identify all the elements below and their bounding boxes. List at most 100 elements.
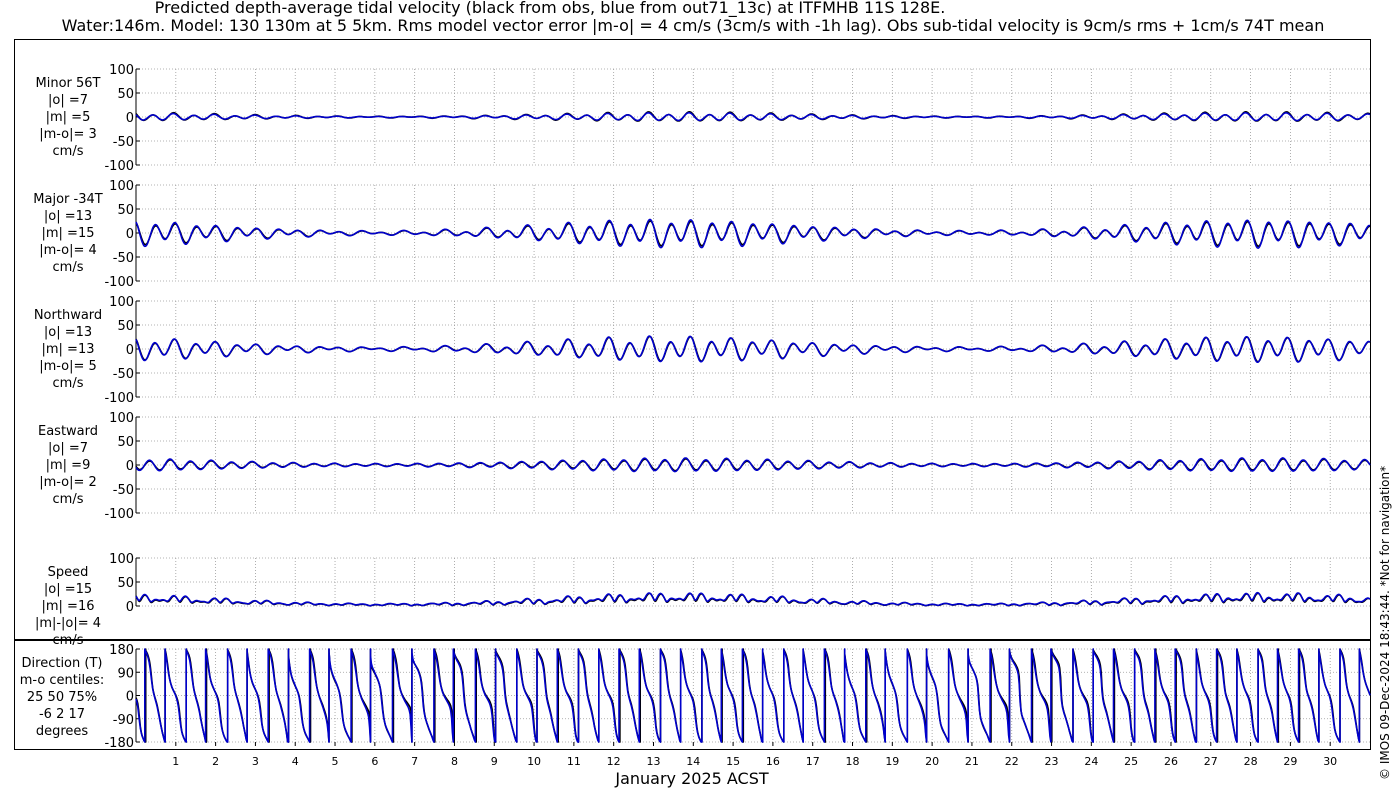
xtick-label: 13	[646, 755, 660, 768]
panel-label-line: |m| =9	[46, 458, 91, 473]
panel-label-line: cm/s	[53, 376, 84, 391]
xtick-label: 4	[292, 755, 299, 768]
panel-label-line: cm/s	[53, 492, 84, 507]
panel-minor: 100 50 0 -50 -100 Minor 56T |o| =7 |m| =5 |m-o|=…	[36, 63, 1371, 174]
xtick-label: 7	[411, 755, 418, 768]
series-model-northward	[135, 335, 1371, 363]
xtick-label: 24	[1084, 755, 1098, 768]
ytick-label: 50	[117, 203, 134, 218]
panel-label-line: |m| =13	[42, 342, 95, 357]
panel-label-line: cm/s	[53, 144, 84, 159]
xtick-label: 18	[846, 755, 860, 768]
panel-label-line: Major -34T	[33, 192, 102, 207]
ytick-label: 50	[117, 319, 134, 334]
xtick-label: 12	[607, 755, 621, 768]
tidal-velocity-figure: 100500-50-100Minor 56T|o| =7|m| =5|m-o|=…	[14, 39, 1371, 788]
ytick-label: 0	[126, 111, 134, 126]
panel-label-line: Minor 56T	[36, 76, 101, 91]
ytick-label: 0	[126, 343, 134, 358]
series-obs-northward	[135, 335, 1371, 363]
panel-label-line: degrees	[36, 724, 89, 739]
ytick-label: 100	[109, 179, 134, 194]
xtick-label: 11	[567, 755, 581, 768]
series-model-eastward	[135, 457, 1371, 473]
panel-label-line: 25 50 75%	[27, 690, 97, 705]
ytick-label: -100	[104, 507, 134, 522]
panel-label-line: |m-o|= 2	[39, 475, 97, 490]
bottom-frame	[14, 640, 1371, 750]
ytick-label: 50	[117, 576, 134, 591]
panel-speed: 100 50 0 Speed |o| =15 |m| =16 |m|-|o|= 4 cm/s	[35, 552, 1371, 648]
panel-label-line: Eastward	[38, 424, 98, 439]
ytick-label: -100	[104, 275, 134, 290]
xtick-label: 17	[806, 755, 820, 768]
ytick-label: 100	[109, 63, 134, 78]
xtick-label: 23	[1045, 755, 1059, 768]
xtick-label: 29	[1283, 755, 1297, 768]
ytick-label: 100	[109, 411, 134, 426]
panel-label-line: |o| =7	[48, 441, 88, 456]
series-model-major	[135, 218, 1371, 249]
ytick-label: -100	[104, 159, 134, 174]
xtick-label: 19	[885, 755, 899, 768]
xtick-label: 26	[1164, 755, 1178, 768]
panel-label-line: Northward	[34, 308, 102, 323]
xtick-label: 27	[1204, 755, 1218, 768]
ytick-label: 0	[126, 227, 134, 242]
copyright-credit: © IMOS 09-Dec-2024 18:43:44. *Not for na…	[1378, 465, 1392, 780]
x-axis-label: January 2025 ACST	[614, 769, 769, 788]
panel-label-line: |o| =15	[44, 582, 92, 597]
xtick-label: 21	[965, 755, 979, 768]
panel-label-line: Direction (T)	[22, 656, 103, 671]
ytick-label: -50	[113, 251, 134, 266]
panel-label-line: |m-o|= 4	[39, 243, 97, 258]
panel-label-line: |o| =7	[48, 93, 88, 108]
xtick-label: 16	[766, 755, 780, 768]
panel-major: 100 50 0 -50 -100 Major -34T |o| =13 |m| =15 |m-…	[33, 179, 1371, 290]
panel-label-line: -6 2 17	[39, 707, 85, 722]
ytick-label: 100	[109, 552, 134, 567]
xtick-label: 5	[332, 755, 339, 768]
xtick-label: 20	[925, 755, 939, 768]
panel-direction: 180 90 0 -90 -180 Direction (T) m-o centiles: 2…	[20, 643, 1371, 751]
series-model-speed	[135, 591, 1371, 607]
xtick-label: 22	[1005, 755, 1019, 768]
panel-label-line: |m| =5	[46, 110, 91, 125]
panel-label-line: |m| =15	[42, 226, 95, 241]
xtick-label: 9	[491, 755, 498, 768]
series-model-minor	[135, 111, 1371, 122]
series-model-direction	[135, 648, 1371, 743]
ytick-label: 50	[117, 435, 134, 450]
panel-label-line: |m-o|= 5	[39, 359, 97, 374]
ytick-label: -50	[113, 367, 134, 382]
ytick-label: -50	[113, 483, 134, 498]
ytick-label: 0	[126, 459, 134, 474]
panel-label-line: |o| =13	[44, 209, 92, 224]
panel-northward: 100 50 0 -50 -100 Northward |o| =13 |m| =13 |m-o…	[34, 295, 1371, 406]
xtick-label: 3	[252, 755, 259, 768]
xtick-label: 30	[1323, 755, 1337, 768]
panel-label-line: |m-o|= 3	[39, 127, 97, 142]
xtick-label: 25	[1124, 755, 1138, 768]
xtick-label: 6	[371, 755, 378, 768]
ytick-label: 0	[126, 600, 134, 615]
panel-label-line: Speed	[48, 565, 89, 580]
panel-label-line: |m|-|o|= 4	[35, 616, 101, 631]
ytick-label: 50	[117, 87, 134, 102]
xtick-label: 14	[686, 755, 700, 768]
ytick-label: -100	[104, 391, 134, 406]
ytick-label: 180	[109, 643, 134, 658]
xtick-label: 15	[726, 755, 740, 768]
ytick-label: 0	[126, 690, 134, 705]
panel-label-line: m-o centiles:	[20, 673, 105, 688]
ytick-label: 90	[117, 666, 134, 681]
xtick-label: 8	[451, 755, 458, 768]
ytick-label: 100	[109, 295, 134, 310]
ytick-label: -50	[113, 135, 134, 150]
panel-label-line: |m| =16	[42, 599, 95, 614]
xtick-label: 2	[212, 755, 219, 768]
panel-label-line: cm/s	[53, 633, 84, 648]
ytick-label: -180	[104, 736, 134, 751]
ytick-label: -90	[113, 713, 134, 728]
panel-eastward: 100 50 0 -50 -100 Eastward |o| =7 |m| =9 |m-o|= …	[38, 411, 1371, 522]
